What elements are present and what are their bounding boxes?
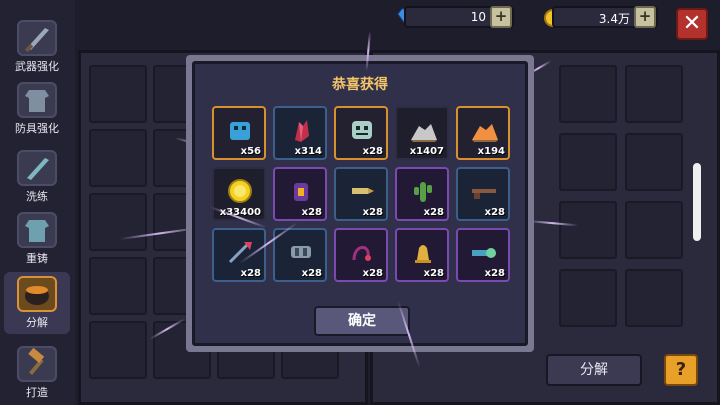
sidebar-item-decompose[interactable]: 分解 [4, 272, 70, 334]
coin-counter: 3.4万 + [552, 6, 658, 28]
sidebar-item-label: 重铸 [26, 252, 48, 265]
item-quantity: x28 [484, 268, 505, 279]
item-quantity: x194 [477, 146, 505, 157]
reward-item[interactable]: x28 [395, 167, 449, 221]
grid-slot[interactable] [89, 129, 147, 187]
grid-slot[interactable] [625, 65, 683, 123]
item-quantity: x28 [362, 146, 383, 157]
orange-ore-icon [472, 124, 498, 142]
grid-slot[interactable] [89, 321, 147, 379]
wash-icon [17, 150, 57, 186]
scope-icon [472, 248, 496, 258]
sidebar: 武器强化 防具强化 洗练 重铸 分解 打造 [0, 0, 75, 405]
item-quantity: x28 [301, 268, 322, 279]
grid-slot[interactable] [559, 133, 617, 191]
sidebar-item-armor-upgrade[interactable]: 防具强化 [4, 82, 70, 136]
recast-icon [17, 212, 57, 248]
grid-slot[interactable] [89, 65, 147, 123]
item-quantity: x1407 [409, 146, 444, 157]
close-button[interactable]: ✕ [676, 8, 708, 40]
dialog-title: 恭喜获得 [332, 77, 388, 93]
ore-pile-icon [411, 124, 437, 142]
hammer-icon [17, 346, 57, 382]
reward-item[interactable]: x194 [456, 106, 510, 160]
reward-item[interactable]: x56 [212, 106, 266, 160]
item-quantity: x314 [294, 146, 322, 157]
reward-item[interactable]: x28 [456, 228, 510, 282]
item-quantity: x28 [240, 268, 261, 279]
reward-item[interactable]: x28 [334, 228, 388, 282]
reward-item[interactable]: x28 [334, 167, 388, 221]
sidebar-item-label: 洗练 [26, 190, 48, 203]
grid-slot[interactable] [625, 269, 683, 327]
reward-item[interactable]: x33400 [212, 167, 266, 221]
decompose-button[interactable]: 分解 [546, 354, 642, 386]
grid-slot[interactable] [559, 65, 617, 123]
cactus-icon [414, 182, 432, 202]
grid-slot[interactable] [89, 193, 147, 251]
sidebar-item-label: 分解 [26, 316, 48, 329]
reward-item[interactable]: x1407 [395, 106, 449, 160]
reward-item[interactable]: x28 [334, 106, 388, 160]
grid-slot[interactable] [625, 133, 683, 191]
sidebar-item-recast[interactable]: 重铸 [4, 212, 70, 266]
reward-item[interactable]: x314 [273, 106, 327, 160]
sidebar-item-label: 防具强化 [15, 122, 59, 135]
reward-item[interactable]: x28 [212, 228, 266, 282]
add-coins-button[interactable]: + [634, 6, 656, 28]
blue-crystal-icon [230, 122, 250, 140]
armor-icon [17, 82, 57, 118]
help-button[interactable]: ? [664, 354, 698, 386]
grid-slot[interactable] [559, 201, 617, 259]
bell-icon [415, 245, 431, 263]
reward-item[interactable]: x28 [456, 167, 510, 221]
confirm-button[interactable]: 确定 [314, 306, 410, 336]
gem-count: 10 [470, 10, 486, 24]
grid-slot[interactable] [89, 257, 147, 315]
gem-counter: 10 + [404, 6, 514, 28]
reward-item[interactable]: x28 [395, 228, 449, 282]
rifle-icon [472, 189, 496, 199]
coin-count: 3.4万 [598, 12, 630, 26]
item-quantity: x28 [484, 207, 505, 218]
gold-coin-icon [228, 179, 252, 203]
sidebar-item-label: 武器强化 [15, 60, 59, 73]
bullet-icon [352, 188, 374, 194]
sword-icon [17, 20, 57, 56]
item-quantity: x28 [301, 207, 322, 218]
item-quantity: x56 [240, 146, 261, 157]
reward-dialog: 恭喜获得 x56 x314 x28 x1407 x194 x33400 x28 x28 x28 x… [192, 61, 528, 346]
cauldron-icon [17, 276, 57, 312]
add-gems-button[interactable]: + [490, 6, 512, 28]
item-quantity: x28 [362, 268, 383, 279]
reward-item[interactable]: x28 [273, 167, 327, 221]
item-quantity: x28 [362, 207, 383, 218]
item-quantity: x28 [423, 268, 444, 279]
whip-icon [352, 246, 371, 261]
canister-icon [291, 246, 311, 258]
sidebar-item-weapon-upgrade[interactable]: 武器强化 [4, 20, 70, 74]
skull-icon [352, 121, 372, 139]
reward-item[interactable]: x28 [273, 228, 327, 282]
sidebar-item-wash[interactable]: 洗练 [4, 150, 70, 204]
scrollbar[interactable] [693, 163, 701, 241]
item-quantity: x28 [423, 207, 444, 218]
red-crystal-icon [295, 120, 309, 142]
grid-slot[interactable] [625, 201, 683, 259]
sidebar-item-forge[interactable]: 打造 [4, 346, 70, 400]
sidebar-item-label: 打造 [26, 386, 48, 399]
grid-slot[interactable] [559, 269, 617, 327]
lantern-icon [294, 183, 308, 201]
